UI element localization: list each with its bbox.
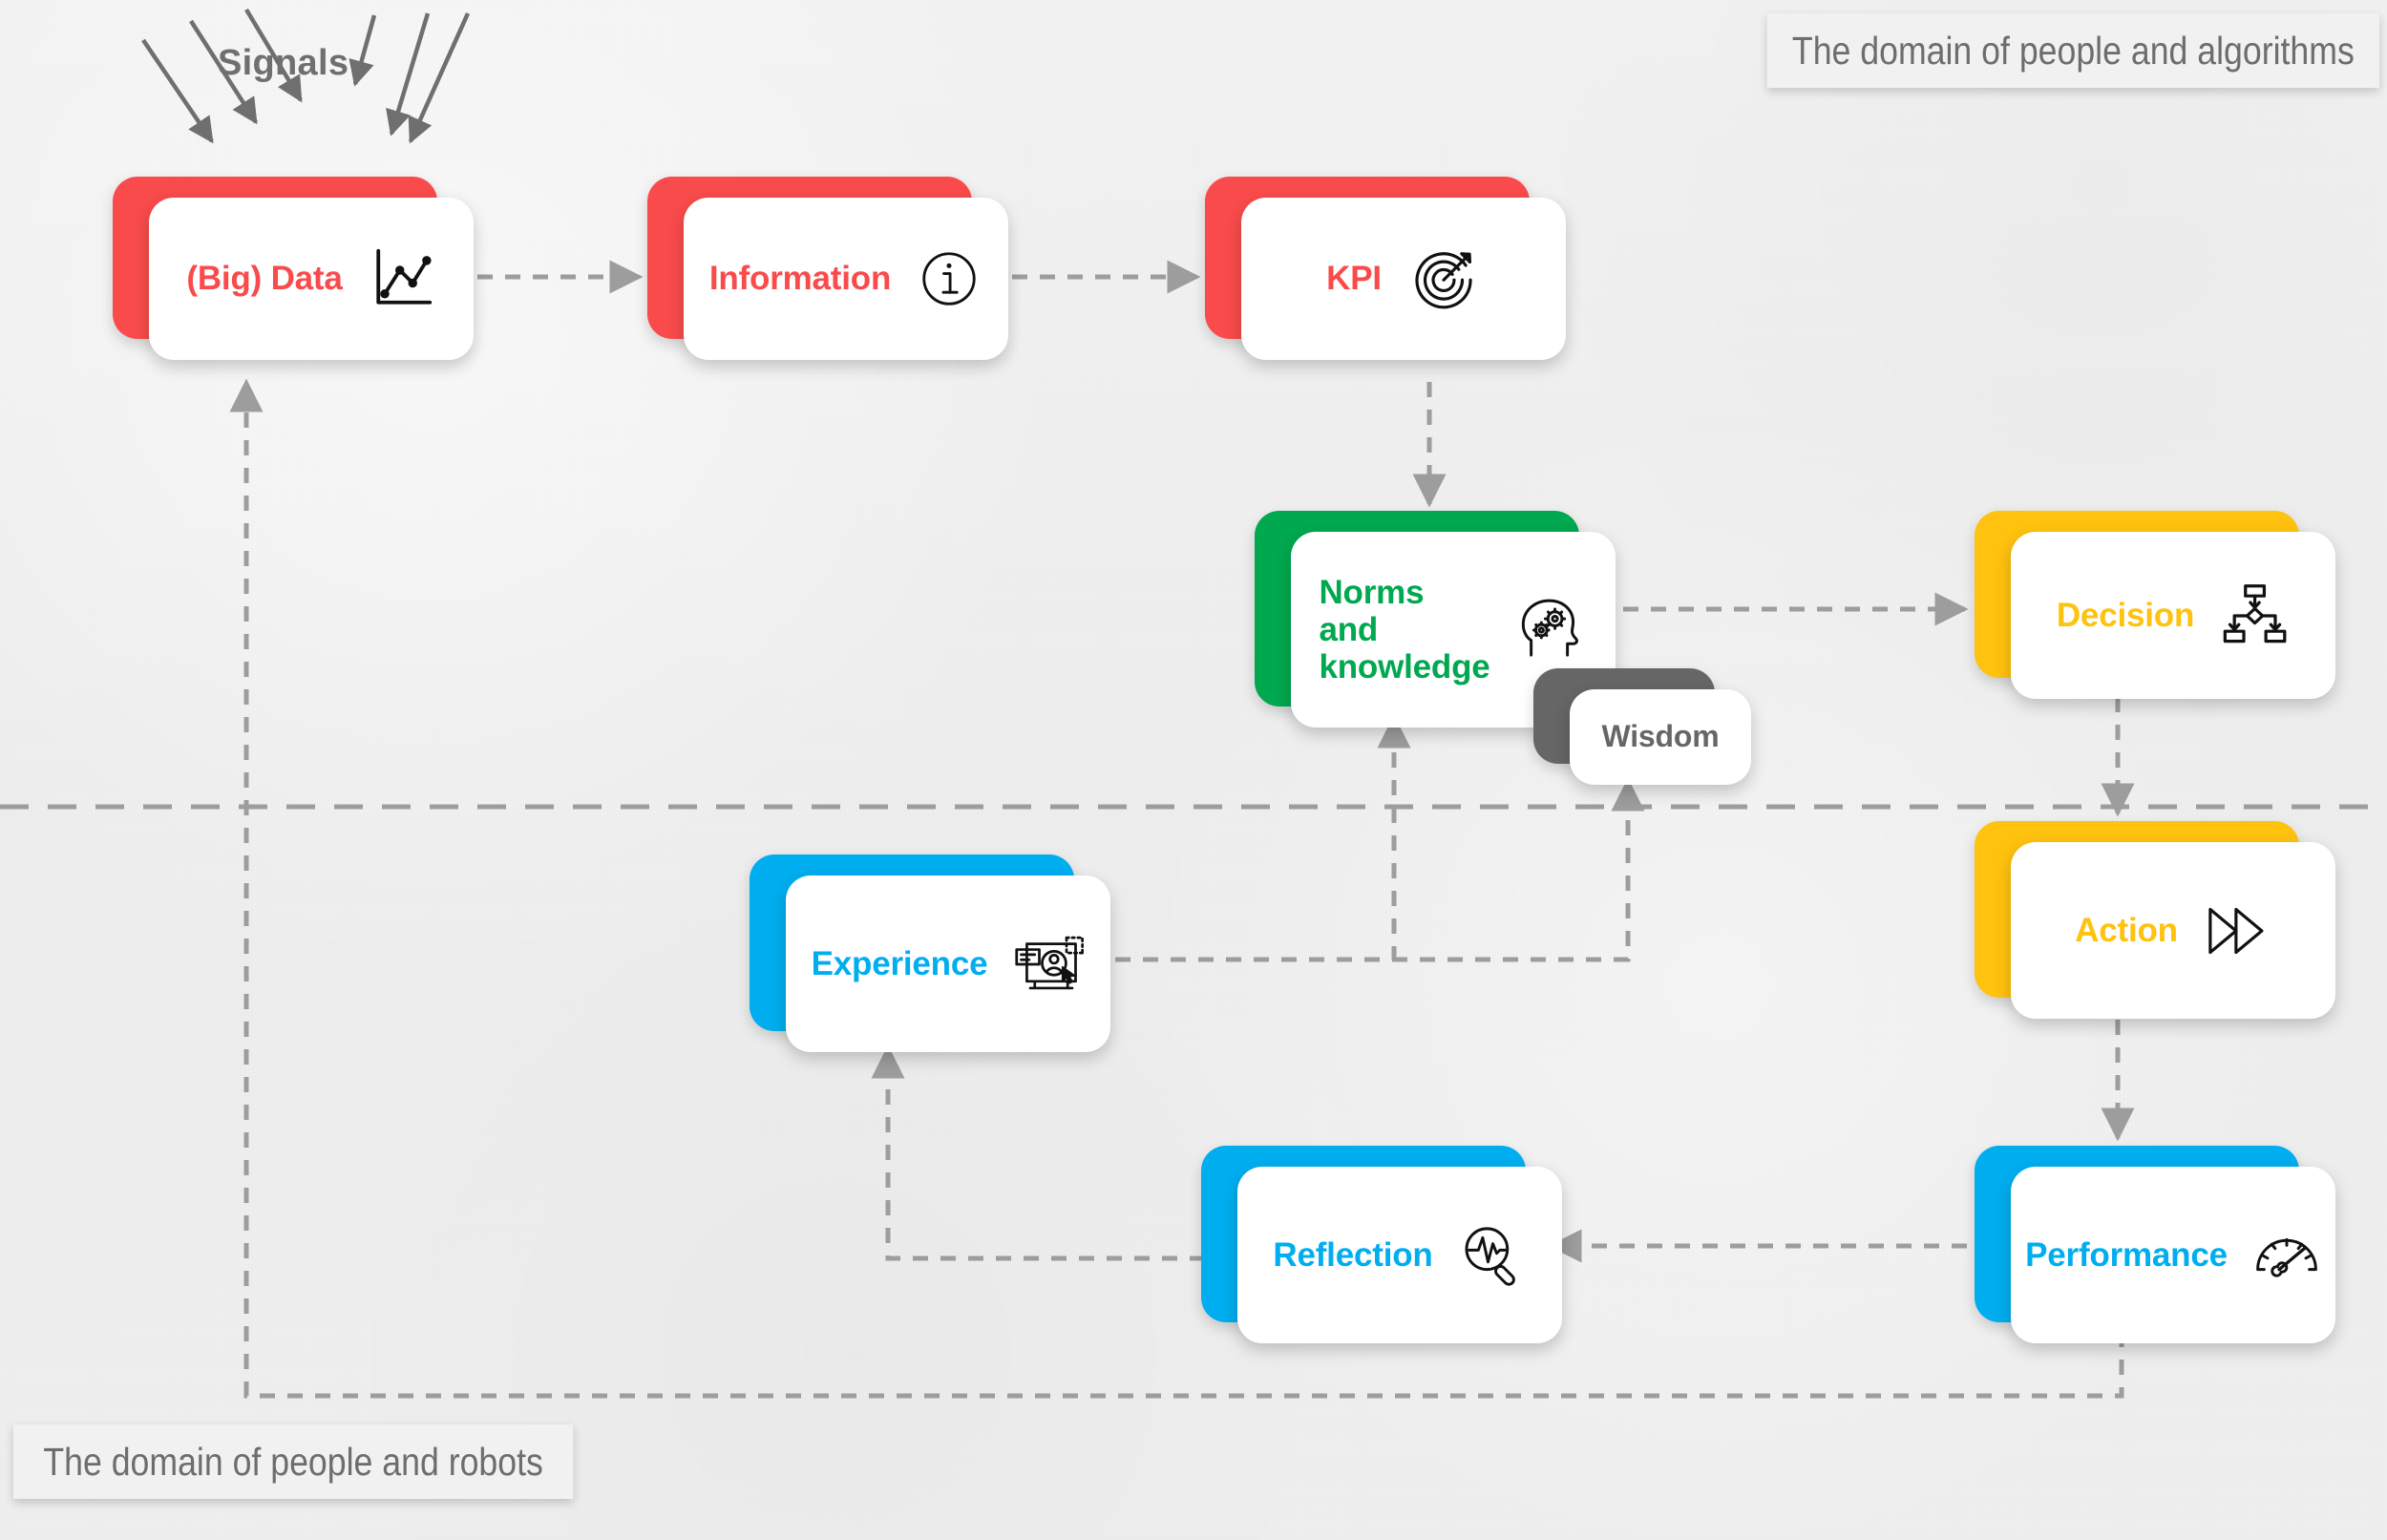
node-experience[interactable]: Experience (750, 854, 1110, 1052)
node-performance-card[interactable]: Performance (2011, 1167, 2335, 1343)
node-performance-label: Performance (2025, 1235, 2228, 1274)
gauge-speedometer-icon (2252, 1221, 2321, 1290)
node-action-card[interactable]: Action (2011, 842, 2335, 1019)
diagram-canvas: Signals The domain of people and algorit… (0, 0, 2387, 1540)
flow-connectors (229, 260, 2135, 1399)
node-reflection-label: Reflection (1273, 1235, 1433, 1274)
node-big-data-card[interactable]: (Big) Data (149, 198, 474, 360)
node-experience-card[interactable]: Experience (786, 875, 1110, 1052)
node-information[interactable]: Information (647, 177, 1008, 360)
banner-domain-people-robots: The domain of people and robots (13, 1424, 574, 1499)
target-bullseye-icon (1406, 242, 1481, 316)
node-action-label: Action (2075, 911, 2178, 949)
line-chart-icon (368, 244, 436, 313)
node-norms-and-knowledge[interactable]: Norms and knowledge (1255, 511, 1616, 728)
node-performance[interactable]: Performance (1975, 1146, 2335, 1343)
node-decision-label: Decision (2056, 596, 2195, 634)
magnifier-pulse-icon (1458, 1221, 1527, 1290)
info-circle-icon (916, 245, 982, 312)
node-action[interactable]: Action (1975, 821, 2335, 1019)
node-kpi-label: KPI (1326, 260, 1382, 298)
signals-label: Signals (218, 43, 349, 83)
node-kpi-card[interactable]: KPI (1241, 198, 1566, 360)
node-reflection[interactable]: Reflection (1201, 1146, 1562, 1343)
node-big-data[interactable]: (Big) Data (113, 177, 474, 360)
node-wisdom-label: Wisdom (1601, 719, 1720, 754)
node-decision-card[interactable]: Decision (2011, 532, 2335, 699)
node-reflection-card[interactable]: Reflection (1237, 1167, 1562, 1343)
flowchart-icon (2219, 580, 2290, 651)
monitor-user-cursor-icon (1012, 928, 1085, 1001)
node-experience-label: Experience (811, 944, 988, 982)
edge-reflection-experience (871, 1044, 1205, 1261)
node-information-card[interactable]: Information (684, 198, 1008, 360)
node-decision[interactable]: Decision (1975, 511, 2335, 699)
head-gears-icon (1515, 594, 1588, 666)
banner-bottom-text: The domain of people and robots (43, 1439, 543, 1484)
banner-domain-people-algorithms: The domain of people and algorithms (1766, 13, 2379, 88)
node-kpi[interactable]: KPI (1205, 177, 1566, 360)
edge-performance-data (229, 378, 2124, 1399)
node-norms-label: Norms and knowledge (1319, 573, 1490, 686)
banner-top-text: The domain of people and algorithms (1791, 28, 2355, 73)
node-wisdom[interactable]: Wisdom (1533, 668, 1751, 785)
edge-experience-norms (1115, 714, 1411, 962)
fast-forward-icon (2203, 897, 2271, 965)
node-wisdom-card[interactable]: Wisdom (1570, 689, 1751, 785)
node-information-label: Information (708, 260, 892, 298)
node-big-data-label: (Big) Data (186, 260, 343, 298)
